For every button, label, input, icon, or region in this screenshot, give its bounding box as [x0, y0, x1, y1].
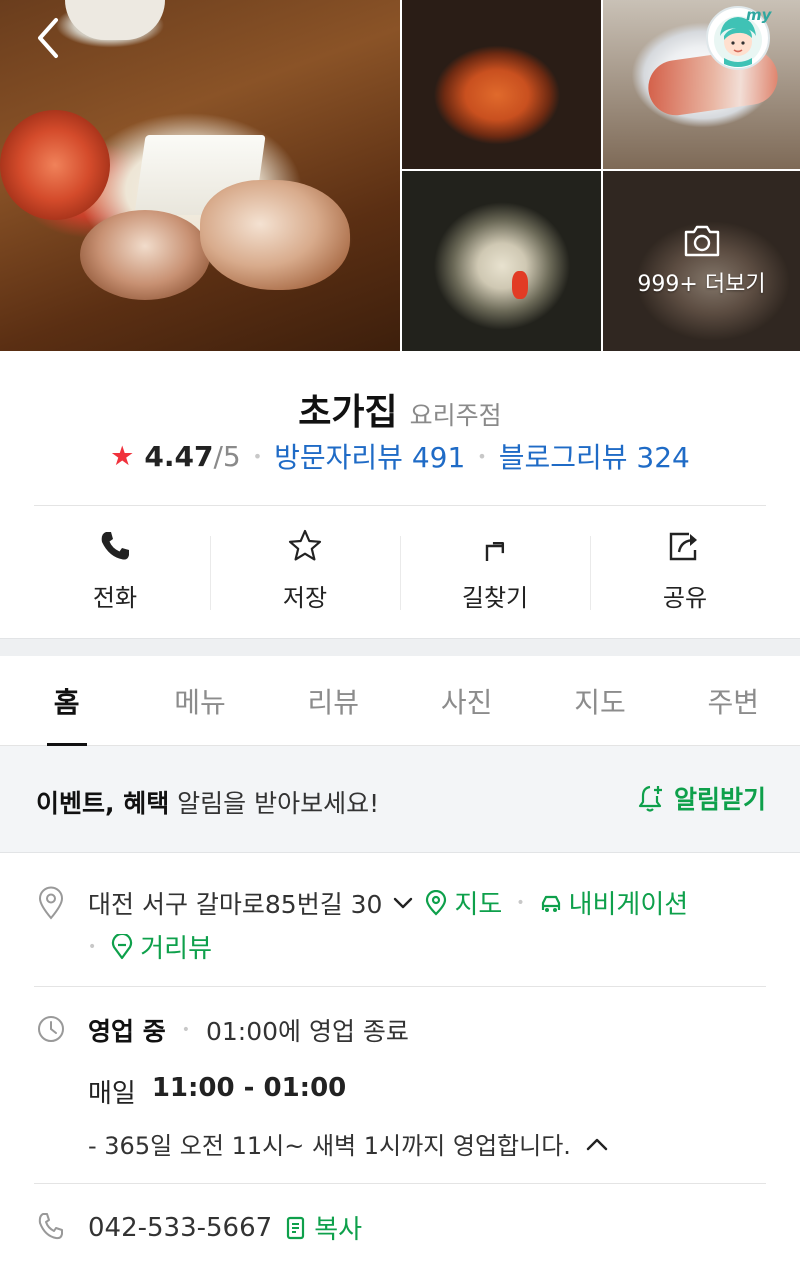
directions-label: 길찾기	[461, 583, 529, 612]
back-button[interactable]	[22, 12, 74, 64]
call-label: 전화	[92, 583, 138, 612]
save-label: 저장	[282, 583, 328, 612]
hours-time: 11:00 - 01:00	[151, 1073, 347, 1103]
navigation-link-label: 내비게이션	[568, 890, 689, 920]
tab-home[interactable]: 홈	[0, 656, 133, 746]
more-photos-label: 999+ 더보기	[637, 272, 766, 297]
copy-label: 복사	[314, 1215, 363, 1245]
call-button[interactable]: 전화	[20, 520, 210, 620]
save-button[interactable]: 저장	[210, 520, 400, 620]
business-status-row: 영업 중 • 01:00에 영업 종료	[88, 1012, 409, 1048]
more-photos-button[interactable]: 999+ 더보기	[603, 171, 800, 351]
navigation-link[interactable]: 내비게이션	[539, 884, 689, 921]
svg-text:my: my	[746, 6, 773, 24]
avatar-icon: my	[706, 6, 773, 70]
street-view-icon	[112, 933, 133, 959]
clock-icon	[38, 1016, 64, 1042]
chevron-left-icon	[38, 18, 58, 58]
tab-reviews[interactable]: 리뷰	[267, 656, 400, 745]
directions-icon	[485, 541, 505, 561]
phone-outline-icon	[38, 1213, 63, 1240]
notification-text: 이벤트, 혜택 알림을 받아보세요!	[36, 784, 379, 820]
separator-dot: •	[181, 1022, 190, 1038]
address-row: 대전 서구 갈마로85번길 30 지도 • 내비게이션	[88, 884, 688, 921]
business-status: 영업 중	[88, 1017, 166, 1046]
visitor-reviews-link[interactable]: 방문자리뷰 491	[274, 436, 465, 476]
tab-menu[interactable]: 메뉴	[133, 656, 266, 745]
location-pin-icon	[38, 886, 64, 920]
tab-nearby[interactable]: 주변	[667, 656, 800, 745]
directions-button[interactable]: 길찾기	[400, 520, 590, 620]
rating-max: /5	[213, 439, 241, 473]
subscribe-alerts-label: 알림받기	[673, 785, 766, 814]
map-link[interactable]: 지도	[424, 884, 502, 921]
place-category: 요리주점	[409, 401, 502, 430]
phone-row: 042-533-5667 복사	[88, 1209, 362, 1246]
notification-rest: 알림을 받아보세요!	[169, 789, 380, 818]
section-separator	[0, 638, 800, 656]
stew-photo[interactable]	[402, 0, 601, 169]
separator-dot: •	[252, 446, 263, 466]
hours-note-row: - 365일 오전 11시~ 새벽 1시까지 영업합니다.	[88, 1126, 609, 1161]
separator-dot: •	[516, 894, 525, 911]
camera-icon	[684, 225, 719, 257]
divider	[34, 1183, 766, 1184]
address-text: 대전 서구 갈마로85번길 30	[88, 889, 383, 919]
photo-gallery: 999+ 더보기 my	[0, 0, 800, 351]
share-icon	[669, 532, 697, 560]
divider	[34, 505, 766, 506]
street-view-link[interactable]: 거리뷰	[110, 928, 212, 965]
subscribe-alerts-button[interactable]: 알림받기	[636, 780, 766, 816]
tab-map[interactable]: 지도	[533, 656, 666, 745]
share-label: 공유	[662, 583, 708, 612]
place-name: 초가집	[298, 392, 398, 433]
chevron-down-icon[interactable]	[392, 892, 414, 914]
street-view-label: 거리뷰	[140, 934, 213, 964]
chevron-up-icon[interactable]	[585, 1132, 609, 1156]
hours-day: 매일	[88, 1079, 136, 1109]
star-outline-icon	[288, 529, 322, 560]
tab-bar: 홈 메뉴 리뷰 사진 지도 주변	[0, 656, 800, 746]
car-icon	[541, 895, 560, 912]
daily-hours-row: 매일 11:00 - 01:00	[88, 1073, 346, 1110]
oyster-photo[interactable]	[402, 171, 601, 351]
phone-icon	[101, 531, 129, 560]
map-pin-icon	[426, 889, 447, 916]
star-icon: ★	[110, 440, 135, 472]
phone-number[interactable]: 042-533-5667	[88, 1213, 272, 1243]
notification-bold: 이벤트, 혜택	[36, 789, 170, 818]
separator-dot: •	[88, 938, 97, 955]
my-profile-button[interactable]: my	[702, 0, 778, 76]
action-bar: 전화 저장 길찾기 공유	[20, 520, 780, 620]
share-button[interactable]: 공유	[590, 520, 780, 620]
copy-icon	[287, 1216, 305, 1239]
bell-plus-icon	[638, 785, 662, 812]
rating-score: 4.47	[144, 439, 214, 473]
blog-reviews-link[interactable]: 블로그리뷰 324	[499, 436, 690, 476]
separator-dot: •	[477, 446, 487, 466]
divider	[34, 986, 766, 987]
closing-time: 01:00에 영업 종료	[205, 1017, 409, 1046]
copy-phone-button[interactable]: 복사	[284, 1209, 362, 1246]
hours-note: - 365일 오전 11시~ 새벽 1시까지 영업합니다.	[88, 1132, 571, 1160]
map-link-label: 지도	[454, 890, 503, 920]
notification-banner: 이벤트, 혜택 알림을 받아보세요! 알림받기	[0, 746, 800, 853]
address-row-2: • 거리뷰	[84, 928, 212, 965]
tab-photos[interactable]: 사진	[400, 656, 533, 745]
